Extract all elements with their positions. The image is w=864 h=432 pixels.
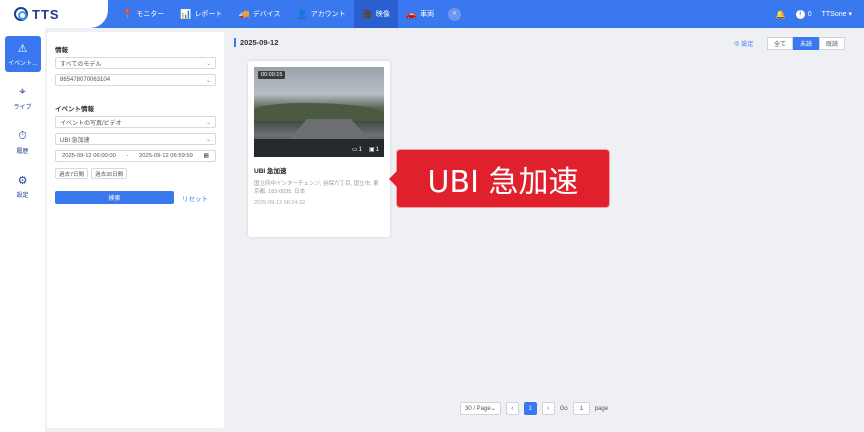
top-navbar: TTS 📍 モニター 📊 レポート 🚚 デバイス 👤 アカウント 🎥 映像 🚗 車両 ⌕ 🔔… bbox=[0, 0, 864, 28]
logo-text: TTS bbox=[32, 6, 60, 22]
chevron-right-icon: › bbox=[547, 405, 550, 412]
search-button[interactable]: 検索 bbox=[55, 191, 174, 204]
top-right-controls: 🔔 i0 TTSone ▾ bbox=[776, 0, 852, 28]
notification-badge[interactable]: i0 bbox=[795, 9, 812, 19]
rail-event[interactable]: ⚠ イベント... bbox=[4, 36, 41, 72]
event-type-select[interactable]: UBI 急加速 ⌄ bbox=[55, 133, 216, 145]
read-filter: 全て 未読 既読 bbox=[767, 37, 846, 50]
main-content: 2025-09-12 ◎ 設定 全て 未読 既読 00:00:15 ▭ 1 ▣ 1 U… bbox=[228, 32, 860, 428]
filter-all[interactable]: 全て bbox=[767, 37, 794, 50]
car-icon: 🚗 bbox=[405, 8, 418, 19]
search-icon[interactable]: ⌕ bbox=[448, 7, 462, 21]
quick-range: 過去7日間 過去30日間 bbox=[55, 168, 216, 179]
nav-video[interactable]: 🎥 映像 bbox=[353, 0, 398, 28]
info-label: 情報 bbox=[55, 47, 68, 54]
chevron-down-icon: ⌄ bbox=[205, 60, 211, 67]
logo-icon bbox=[14, 7, 28, 21]
filter-read[interactable]: 既読 bbox=[819, 37, 846, 50]
filter-actions: 検索 リセット bbox=[55, 191, 216, 204]
history-icon: ⏱ bbox=[18, 129, 27, 142]
device-select[interactable]: 865478070063104 ⌄ bbox=[55, 74, 216, 86]
last-7-days-button[interactable]: 過去7日間 bbox=[55, 168, 89, 179]
chevron-down-icon: ⌄ bbox=[205, 136, 211, 143]
event-title: UBI 急加速 bbox=[254, 168, 287, 175]
nav-account[interactable]: 👤 アカウント bbox=[288, 0, 353, 28]
filter-panel: 情報 すべてのモデル ⌄ 865478070063104 ⌄ イベント情報 イベント… bbox=[47, 32, 224, 428]
date-heading: 2025-09-12 bbox=[234, 38, 278, 47]
nav-report[interactable]: 📊 レポート bbox=[172, 0, 230, 28]
bell-icon[interactable]: 🔔 bbox=[776, 10, 786, 19]
check-circle-icon: ◎ bbox=[734, 41, 740, 47]
user-icon: 👤 bbox=[296, 8, 308, 19]
settings-icon: ⚙ bbox=[17, 174, 28, 187]
video-camera-icon: 🎥 bbox=[361, 8, 373, 19]
chevron-left-icon: ‹ bbox=[511, 405, 514, 412]
chevron-down-icon: ⌄ bbox=[490, 406, 496, 412]
go-label: Go bbox=[559, 405, 568, 412]
rail-live[interactable]: ⌖ ライブ bbox=[5, 80, 41, 116]
page-size-select[interactable]: 30 / Page ⌄ bbox=[460, 402, 501, 415]
rail-history[interactable]: ⏱ 履歴 bbox=[5, 124, 41, 160]
caret-down-icon: ▾ bbox=[848, 11, 852, 18]
page-number[interactable]: 1 bbox=[523, 402, 537, 415]
calendar-icon: ▦ bbox=[203, 153, 209, 159]
nav-device[interactable]: 🚚 デバイス bbox=[230, 0, 288, 28]
video-icon: ▭ bbox=[351, 147, 358, 153]
event-time: 2025-09-12 06:24:32 bbox=[254, 200, 306, 206]
nav-vehicle[interactable]: 🚗 車両 bbox=[398, 0, 442, 28]
duration-badge: 00:00:15 bbox=[258, 71, 286, 79]
alarm-icon: ⚠ bbox=[17, 42, 28, 55]
filter-unread[interactable]: 未読 bbox=[793, 37, 820, 50]
photo-count: ▣ 1 bbox=[368, 146, 379, 154]
page-jump-input[interactable]: 1 bbox=[572, 402, 590, 415]
chevron-down-icon: ⌄ bbox=[205, 77, 211, 84]
nav-monitor[interactable]: 📍 モニター bbox=[114, 0, 172, 28]
user-menu[interactable]: TTSone ▾ bbox=[822, 10, 852, 18]
media-type-select[interactable]: イベントの写真/ビデオ ⌄ bbox=[55, 116, 216, 128]
location-icon: ⌖ bbox=[19, 85, 26, 98]
photo-icon: ▣ bbox=[368, 147, 375, 153]
event-card[interactable]: 00:00:15 ▭ 1 ▣ 1 UBI 急加速 国立府中インターチェンジ, 谷保六… bbox=[248, 61, 390, 237]
prev-page-button[interactable]: ‹ bbox=[505, 402, 519, 415]
event-thumbnail[interactable]: 00:00:15 ▭ 1 ▣ 1 bbox=[254, 67, 384, 157]
date-range-picker[interactable]: 2025-09-12 06:00:00 - 2025-09-12 06:59:5… bbox=[55, 150, 216, 162]
main-nav: 📍 モニター 📊 レポート 🚚 デバイス 👤 アカウント 🎥 映像 🚗 車両 ⌕ bbox=[114, 0, 462, 28]
event-type-callout: UBI 急加速 bbox=[389, 149, 610, 208]
event-address: 国立府中インターチェンジ, 谷保六丁目, 国立市, 東京都, 183-0035,… bbox=[254, 181, 379, 195]
reset-button[interactable]: リセット bbox=[182, 193, 208, 203]
last-30-days-button[interactable]: 過去30日間 bbox=[91, 168, 128, 179]
side-rail: ⚠ イベント... ⌖ ライブ ⏱ 履歴 ⚙ 設定 bbox=[0, 28, 45, 432]
page-label: page bbox=[594, 405, 609, 412]
chevron-down-icon: ⌄ bbox=[205, 119, 211, 126]
next-page-button[interactable]: › bbox=[541, 402, 555, 415]
pagination: 30 / Page ⌄ ‹ 1 › Go 1 page bbox=[460, 402, 608, 415]
model-select[interactable]: すべてのモデル ⌄ bbox=[55, 57, 216, 69]
bar-chart-icon: 📊 bbox=[180, 8, 192, 19]
logo[interactable]: TTS bbox=[0, 0, 108, 28]
event-info-label: イベント情報 bbox=[55, 106, 94, 113]
truck-icon: 🚚 bbox=[238, 8, 250, 19]
rail-settings[interactable]: ⚙ 設定 bbox=[5, 168, 41, 204]
pin-icon: 📍 bbox=[122, 8, 134, 19]
video-count: ▭ 1 bbox=[351, 146, 362, 154]
info-icon: i bbox=[795, 9, 805, 19]
settings-link[interactable]: ◎ 設定 bbox=[734, 39, 753, 48]
